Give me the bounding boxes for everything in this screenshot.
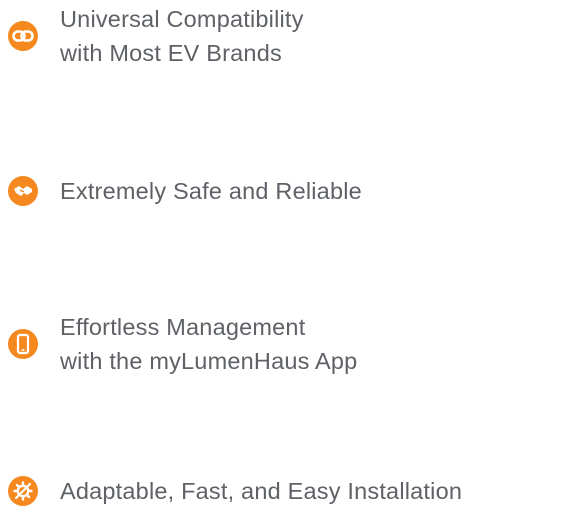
feature-text: Effortless Management with the myLumenHa… — [60, 310, 357, 378]
gear-wrench-icon — [8, 476, 38, 506]
feature-text: Extremely Safe and Reliable — [60, 174, 362, 208]
feature-title-line-2: with the myLumenHaus App — [60, 348, 358, 374]
link-icon — [8, 21, 38, 51]
feature-item-compatibility: Universal Compatibility with Most EV Bra… — [8, 2, 304, 70]
feature-title-line-1: Universal Compatibility — [60, 6, 304, 32]
feature-title-line-1: Adaptable, Fast, and Easy Installation — [60, 478, 463, 504]
feature-list: Universal Compatibility with Most EV Bra… — [0, 0, 564, 512]
feature-text: Adaptable, Fast, and Easy Installation — [60, 474, 462, 508]
feature-title-line-2: with Most EV Brands — [60, 40, 282, 66]
handshake-icon — [8, 176, 38, 206]
feature-item-safety: Extremely Safe and Reliable — [8, 174, 362, 208]
feature-item-installation: Adaptable, Fast, and Easy Installation — [8, 474, 462, 508]
smartphone-icon — [8, 329, 38, 359]
feature-title-line-1: Effortless Management — [60, 314, 306, 340]
feature-text: Universal Compatibility with Most EV Bra… — [60, 2, 304, 70]
feature-item-app-management: Effortless Management with the myLumenHa… — [8, 310, 357, 378]
feature-title-line-1: Extremely Safe and Reliable — [60, 178, 362, 204]
